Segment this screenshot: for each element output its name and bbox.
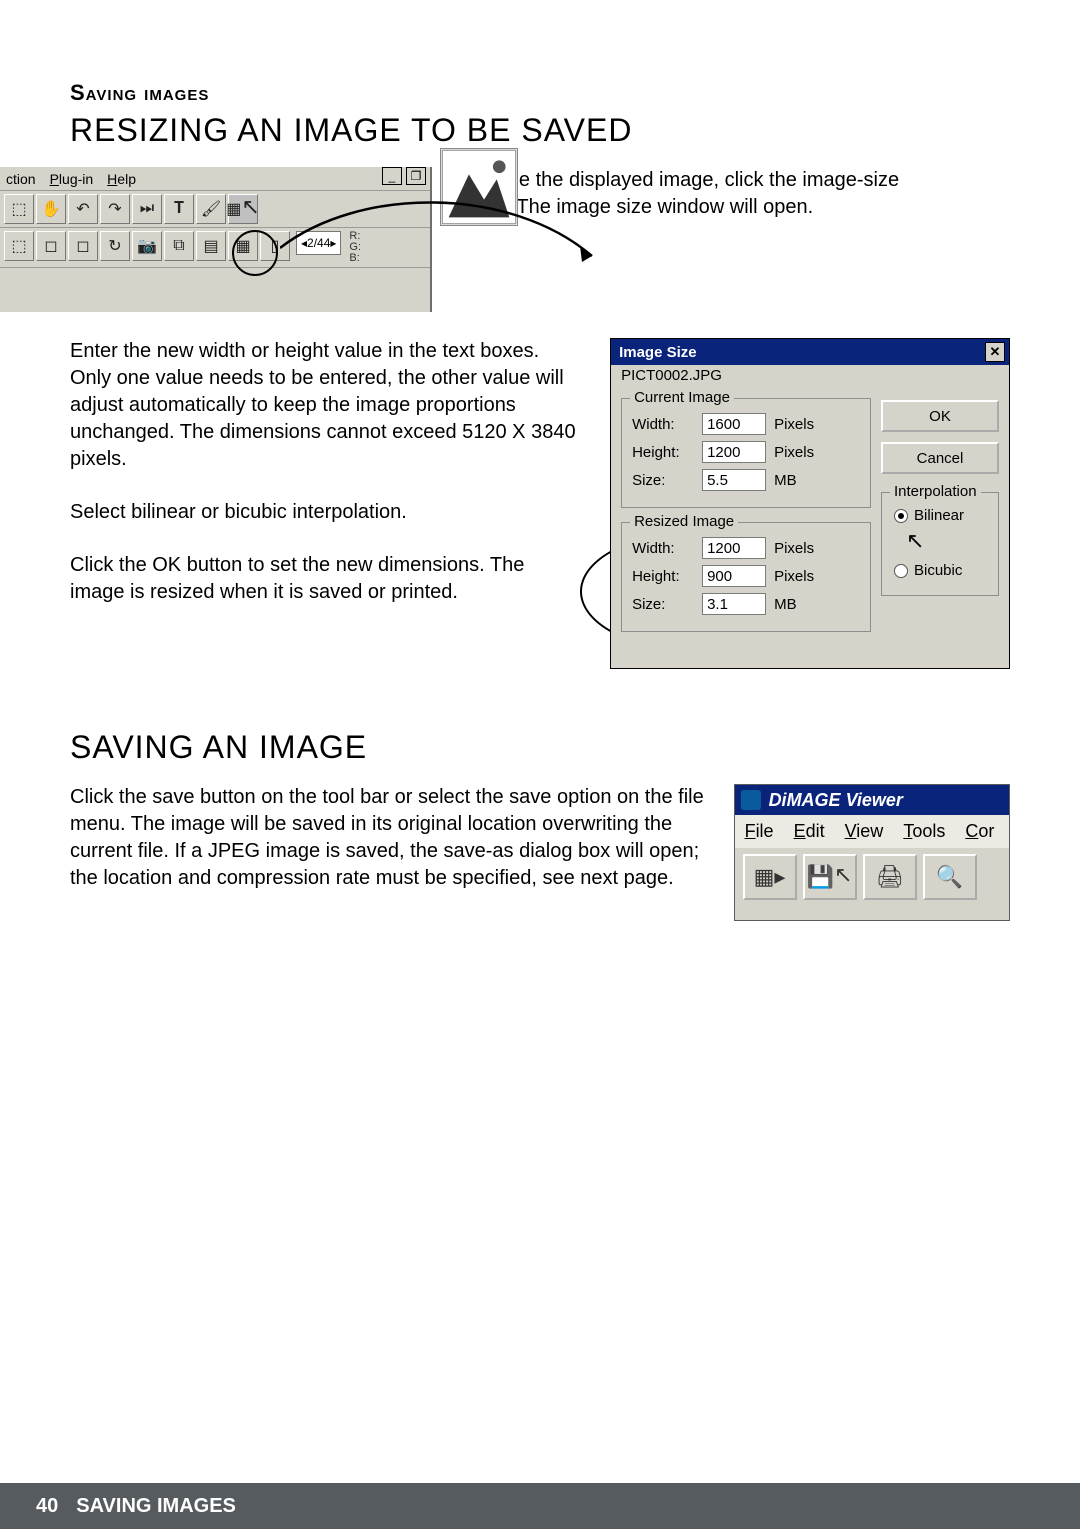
label: Height: bbox=[632, 568, 694, 585]
filter-icon[interactable]: ▦ bbox=[228, 231, 258, 261]
menu-file[interactable]: File bbox=[745, 821, 774, 842]
app-toolbar-screenshot: ction Plug-in Help _ ❐ ⬚ ✋ ↶ ↷ ⏭ 𝐓 🖌 ▦↖ … bbox=[0, 167, 432, 312]
resized-size-value: 3.1 bbox=[702, 593, 766, 615]
cancel-button[interactable]: Cancel bbox=[881, 442, 999, 474]
dialog-titlebar: Image Size ✕ bbox=[611, 339, 1009, 365]
page-number: 40 bbox=[36, 1495, 58, 1518]
section-heading: SAVING AN IMAGE bbox=[70, 729, 1010, 766]
save-icon[interactable]: 💾↖ bbox=[803, 854, 857, 900]
doc-icon[interactable]: ▯ bbox=[260, 231, 290, 261]
label: Width: bbox=[632, 540, 694, 557]
filename-label: PICT0002.JPG bbox=[611, 365, 1009, 390]
intro-text: To resize the displayed image, click the… bbox=[450, 167, 960, 221]
radio-icon bbox=[894, 509, 908, 523]
zoom-icon[interactable]: 🔍 bbox=[923, 854, 977, 900]
instruction-text: Enter the new width or height value in t… bbox=[70, 338, 584, 473]
menu-item[interactable]: Plug-in bbox=[50, 171, 94, 187]
menu-tools[interactable]: Tools bbox=[903, 821, 945, 842]
resized-image-fieldset: Resized Image Width: 1200 Pixels Height:… bbox=[621, 522, 871, 632]
section2-body: Click the save button on the tool bar or… bbox=[70, 784, 712, 921]
close-icon[interactable]: ✕ bbox=[985, 342, 1005, 362]
menu-cor[interactable]: Cor bbox=[965, 821, 994, 842]
menu-view[interactable]: View bbox=[845, 821, 884, 842]
redo-icon[interactable]: ↷ bbox=[100, 194, 130, 224]
hand-icon[interactable]: ✋ bbox=[36, 194, 66, 224]
cursor-icon: ↖ bbox=[834, 862, 852, 888]
image-size-dialog: Image Size ✕ PICT0002.JPG Current Image … bbox=[610, 338, 1010, 669]
bilinear-radio[interactable]: Bilinear bbox=[894, 507, 986, 524]
tool-icon[interactable]: ⬚ bbox=[4, 231, 34, 261]
bicubic-radio[interactable]: Bicubic bbox=[894, 562, 986, 579]
rgb-readout: R:G:B: bbox=[349, 231, 361, 264]
instruction-text: Select bilinear or bicubic interpolation… bbox=[70, 499, 584, 526]
print-icon[interactable]: 🖨 bbox=[863, 854, 917, 900]
minimize-icon[interactable]: _ bbox=[382, 167, 402, 185]
tool-icon[interactable]: ◻ bbox=[36, 231, 66, 261]
menu-item[interactable]: Help bbox=[107, 171, 136, 187]
camera-icon[interactable]: 📷 bbox=[132, 231, 162, 261]
footer-label: SAVING IMAGES bbox=[76, 1495, 236, 1518]
interpolation-fieldset: Interpolation Bilinear ↖ Bicubic bbox=[881, 492, 999, 596]
cursor-icon: ↖ bbox=[906, 528, 924, 553]
unit-label: Pixels bbox=[774, 568, 822, 585]
current-height-value: 1200 bbox=[702, 441, 766, 463]
menu-item[interactable]: ction bbox=[6, 171, 36, 187]
paint-icon[interactable]: 🖌 bbox=[196, 194, 226, 224]
current-size-value: 5.5 bbox=[702, 469, 766, 491]
current-image-fieldset: Current Image Width: 1600 Pixels Height:… bbox=[621, 398, 871, 508]
page-footer: 40 SAVING IMAGES bbox=[0, 1483, 1080, 1529]
label: Size: bbox=[632, 596, 694, 613]
app-menubar: ction Plug-in Help _ ❐ bbox=[0, 167, 430, 191]
crop-icon[interactable]: ⬚ bbox=[4, 194, 34, 224]
unit-label: MB bbox=[774, 472, 822, 489]
resized-height-input[interactable]: 900 bbox=[702, 565, 766, 587]
viewer-titlebar: DiMAGE Viewer bbox=[735, 785, 1009, 815]
tool-icon[interactable]: ◻ bbox=[68, 231, 98, 261]
menu-edit[interactable]: Edit bbox=[794, 821, 825, 842]
viewer-menubar: File Edit View Tools Cor bbox=[735, 815, 1009, 848]
cursor-icon: ↖ bbox=[241, 194, 259, 220]
instruction-text: Click the OK button to set the new dimen… bbox=[70, 552, 584, 606]
unit-label: Pixels bbox=[774, 444, 822, 461]
page-title: RESIZING AN IMAGE TO BE SAVED bbox=[70, 112, 1010, 149]
radio-icon bbox=[894, 564, 908, 578]
app-icon bbox=[741, 790, 761, 810]
current-width-value: 1600 bbox=[702, 413, 766, 435]
maximize-icon[interactable]: ❐ bbox=[406, 167, 426, 185]
nav-count: ◂ 2/44 ▸ bbox=[296, 231, 341, 255]
viewer-window: DiMAGE Viewer File Edit View Tools Cor ▦… bbox=[734, 784, 1010, 921]
thumbnails-icon[interactable]: ▦▸ bbox=[743, 854, 797, 900]
text-icon[interactable]: 𝐓 bbox=[164, 194, 194, 224]
compare-icon[interactable]: ⧉ bbox=[164, 231, 194, 261]
undo-icon[interactable]: ↶ bbox=[68, 194, 98, 224]
label: Width: bbox=[632, 416, 694, 433]
label: Height: bbox=[632, 444, 694, 461]
unit-label: Pixels bbox=[774, 416, 822, 433]
ok-button[interactable]: OK bbox=[881, 400, 999, 432]
label: Size: bbox=[632, 472, 694, 489]
section-label: Saving images bbox=[70, 80, 1010, 106]
resized-width-input[interactable]: 1200 bbox=[702, 537, 766, 559]
page-icon[interactable]: ▤ bbox=[196, 231, 226, 261]
rotate-icon[interactable]: ↻ bbox=[100, 231, 130, 261]
image-thumbnail bbox=[440, 148, 518, 226]
unit-label: Pixels bbox=[774, 540, 822, 557]
image-size-icon[interactable]: ▦↖ bbox=[228, 194, 258, 224]
skip-icon[interactable]: ⏭ bbox=[132, 194, 162, 224]
unit-label: MB bbox=[774, 596, 822, 613]
